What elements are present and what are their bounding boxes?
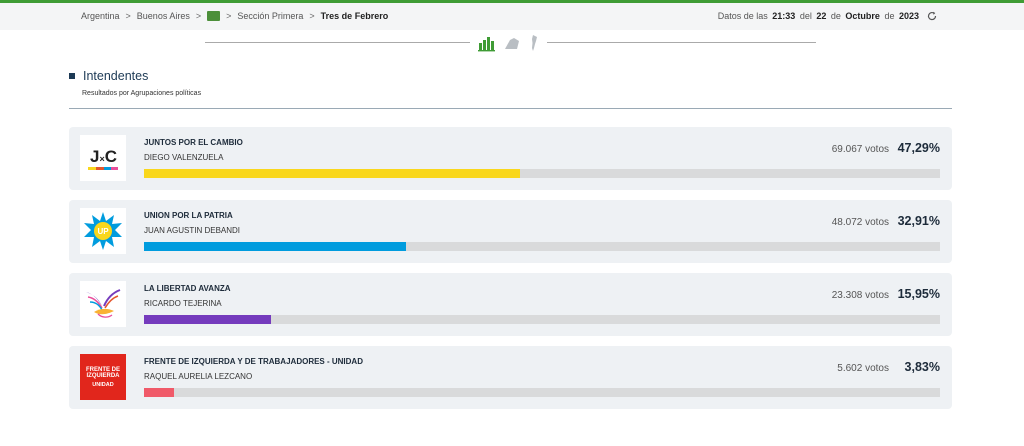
- up-sun-icon: UP: [84, 212, 122, 250]
- timestamp-del: del: [799, 11, 812, 21]
- jxc-logo-x: ×: [99, 153, 104, 164]
- timestamp-month: Octubre: [845, 11, 880, 21]
- vote-percent: 15,95%: [897, 287, 940, 301]
- jxc-logo-text: J×C: [89, 146, 117, 167]
- progress-fill: [144, 388, 175, 397]
- candidate-name: RAQUEL AURELIA LEZCANO: [144, 372, 253, 381]
- divider-line: [547, 42, 816, 43]
- progress-fill: [144, 169, 521, 178]
- breadcrumb-separator: >: [125, 11, 131, 21]
- flag-icon[interactable]: [207, 11, 221, 21]
- bar-chart-icon[interactable]: [477, 34, 495, 52]
- timestamp-de: de: [884, 11, 895, 21]
- party-name: JUNTOS POR EL CAMBIO: [144, 138, 243, 147]
- breadcrumb-separator: >: [195, 11, 202, 21]
- dove-icon: [86, 289, 121, 318]
- progress-track: [144, 242, 940, 251]
- progress-fill: [144, 315, 271, 324]
- top-bar: Argentina > Buenos Aires > > Sección Pri…: [0, 0, 1024, 30]
- jxc-logo-j: J: [89, 146, 100, 166]
- section-subtitle: Resultados por Agrupaciones políticas: [82, 90, 202, 97]
- up-sun-logo: UP: [80, 208, 126, 254]
- vote-count: 69.067 votos: [831, 144, 889, 155]
- breadcrumb-argentina[interactable]: Argentina: [81, 11, 120, 21]
- fit-logo-mark: FRENTE DE IZQUIERDA UNIDAD: [80, 354, 126, 400]
- timestamp-prefix: Datos de las: [717, 11, 768, 21]
- section-header: Intendentes Resultados por Agrupaciones …: [69, 69, 952, 109]
- fit-logo-line: UNIDAD: [92, 381, 114, 388]
- up-logo-text: UP: [97, 227, 109, 236]
- jxc-stripe: [88, 166, 118, 170]
- party-name: FRENTE DE IZQUIERDA Y DE TRABAJADORES - …: [144, 357, 363, 366]
- section-title: Intendentes: [83, 69, 149, 83]
- argentina-map-icon[interactable]: [525, 34, 543, 52]
- timestamp-time: 21:33: [772, 11, 796, 21]
- progress-track: [144, 169, 940, 178]
- party-name: LA LIBERTAD AVANZA: [144, 284, 231, 293]
- timestamp-year: 2023: [898, 11, 919, 21]
- vote-percent: 3,83%: [904, 360, 940, 374]
- timestamp-day: 22: [816, 11, 827, 21]
- vote-percent: 47,29%: [897, 141, 940, 155]
- jxc-logo-mark: J×C: [88, 147, 118, 170]
- breadcrumb: Argentina > Buenos Aires > > Sección Pri…: [81, 11, 388, 21]
- breadcrumb-buenos-aires[interactable]: Buenos Aires: [137, 11, 190, 21]
- candidate-name: RICARDO TEJERINA: [144, 299, 222, 308]
- progress-track: [144, 315, 940, 324]
- view-switcher: [205, 34, 816, 52]
- fit-logo-line: IZQUIERDA: [86, 372, 120, 379]
- candidate-name: DIEGO VALENZUELA: [144, 153, 224, 162]
- breadcrumb-separator: >: [309, 11, 315, 21]
- map-icon[interactable]: [503, 34, 521, 52]
- vote-percent: 32,91%: [897, 214, 940, 228]
- breadcrumb-seccion-primera[interactable]: Sección Primera: [237, 11, 303, 21]
- result-card: UP UNION POR LA PATRIA JUAN AGUSTIN DEBA…: [69, 200, 952, 263]
- refresh-icon[interactable]: [927, 11, 937, 21]
- vote-count: 23.308 votos: [831, 290, 889, 301]
- divider-line: [205, 42, 470, 43]
- section-title-row: Intendentes: [69, 69, 952, 83]
- breadcrumb-separator: >: [226, 11, 232, 21]
- progress-track: [144, 388, 940, 397]
- party-name: UNION POR LA PATRIA: [144, 211, 233, 220]
- vote-count: 5.602 votos: [837, 363, 889, 374]
- timestamp-de: de: [830, 11, 841, 21]
- result-card: J×C JUNTOS POR EL CAMBIO DIEGO VALENZUEL…: [69, 127, 952, 190]
- vote-count: 48.072 votos: [831, 217, 889, 228]
- lla-dove-logo: [80, 281, 126, 327]
- fit-logo: FRENTE DE IZQUIERDA UNIDAD: [80, 354, 126, 400]
- square-bullet-icon: [69, 73, 75, 79]
- progress-fill: [144, 242, 406, 251]
- candidate-name: JUAN AGUSTIN DEBANDI: [144, 226, 241, 235]
- results-list: J×C JUNTOS POR EL CAMBIO DIEGO VALENZUEL…: [69, 127, 952, 419]
- breadcrumb-current: Tres de Febrero: [320, 11, 389, 21]
- section-divider: [69, 108, 952, 109]
- data-timestamp: Datos de las 21:33 del 22 de Octubre de …: [718, 11, 937, 21]
- jxc-logo-c: C: [104, 146, 117, 166]
- result-card: FRENTE DE IZQUIERDA UNIDAD FRENTE DE IZQ…: [69, 346, 952, 409]
- jxc-logo: J×C: [80, 135, 126, 181]
- result-card: LA LIBERTAD AVANZA RICARDO TEJERINA 23.3…: [69, 273, 952, 336]
